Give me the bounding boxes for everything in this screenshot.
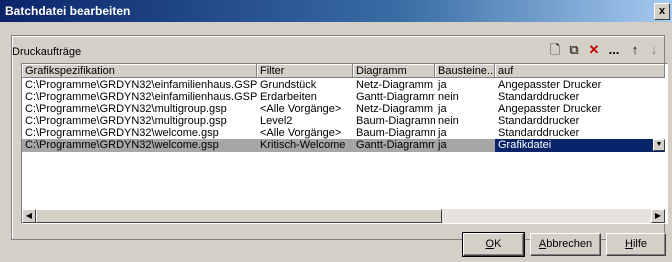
cell-diagram: Gantt-Diagramm	[356, 91, 435, 103]
cell-filter: Kritisch-Welcome	[260, 139, 346, 151]
more-options-icon[interactable]: ...	[606, 42, 622, 58]
table-row-selected[interactable]: C:\Programme\GRDYN32\welcome.gsp Kritisc…	[22, 139, 665, 152]
output-dropdown[interactable]: Grafikdatei ▼	[495, 139, 665, 152]
cell-diagram: Baum-Diagramm	[356, 127, 435, 139]
cell-filter: Erdarbeiten	[260, 91, 317, 103]
cell-filter: <Alle Vorgänge>	[260, 127, 342, 139]
cell-modules: ja	[438, 79, 447, 91]
output-dropdown-value: Grafikdatei	[498, 139, 552, 151]
cell-graphic-spec: C:\Programme\GRDYN32\einfamilienhaus.GSP	[25, 79, 257, 91]
close-button[interactable]: x	[654, 3, 670, 20]
horizontal-scrollbar[interactable]: ◀ ▶	[22, 209, 665, 223]
close-icon: x	[658, 5, 666, 17]
cell-diagram: Netz-Diagramm	[356, 103, 434, 115]
cell-output: Standarddrucker	[498, 127, 580, 139]
table-row[interactable]: C:\Programme\GRDYN32\multigroup.gsp Leve…	[22, 115, 665, 127]
help-button[interactable]: Hilfe	[606, 233, 666, 256]
table-row[interactable]: C:\Programme\GRDYN32\einfamilienhaus.GSP…	[22, 91, 665, 103]
cell-graphic-spec: C:\Programme\GRDYN32\welcome.gsp	[25, 127, 219, 139]
group-label: Druckaufträge	[12, 46, 82, 58]
cell-output: Angepasster Drucker	[498, 103, 602, 115]
cell-filter: Grundstück	[260, 79, 317, 91]
scroll-thumb[interactable]	[36, 209, 442, 223]
cell-diagram: Netz-Diagramm	[356, 79, 434, 91]
delete-job-icon[interactable]: ✕	[586, 42, 602, 58]
column-header-filter[interactable]: Filter	[257, 64, 353, 78]
cell-modules: nein	[438, 91, 459, 103]
chevron-down-icon[interactable]: ▼	[653, 139, 665, 151]
cell-modules: ja	[438, 139, 447, 151]
new-job-icon[interactable]: 🗋	[547, 42, 563, 58]
table-row[interactable]: C:\Programme\GRDYN32\einfamilienhaus.GSP…	[22, 79, 665, 91]
column-header-output[interactable]: auf	[495, 64, 665, 78]
cell-diagram: Baum-Diagramm	[356, 115, 435, 127]
cell-output: Angepasster Drucker	[498, 79, 602, 91]
title-bar: Batchdatei bearbeiten x	[0, 0, 672, 22]
cell-graphic-spec: C:\Programme\GRDYN32\einfamilienhaus.GSP	[25, 91, 257, 103]
cell-modules: ja	[438, 103, 447, 115]
move-up-icon[interactable]: ↑	[627, 42, 643, 58]
scroll-left-button[interactable]: ◀	[22, 209, 36, 223]
cell-graphic-spec: C:\Programme\GRDYN32\multigroup.gsp	[25, 103, 227, 115]
cell-filter: Level2	[260, 115, 293, 127]
cell-diagram: Gantt-Diagramm	[356, 139, 435, 151]
dialog-window: Batchdatei bearbeiten x Druckaufträge 🗋 …	[0, 0, 672, 262]
ok-button[interactable]: OK	[462, 232, 525, 257]
cell-graphic-spec: C:\Programme\GRDYN32\multigroup.gsp	[25, 115, 227, 127]
table-row[interactable]: C:\Programme\GRDYN32\welcome.gsp <Alle V…	[22, 127, 665, 139]
column-header-diagram[interactable]: Diagramm	[353, 64, 435, 78]
table-row[interactable]: C:\Programme\GRDYN32\multigroup.gsp <All…	[22, 103, 665, 115]
cell-graphic-spec: C:\Programme\GRDYN32\welcome.gsp	[25, 139, 219, 151]
column-header-modules[interactable]: Bausteine...	[435, 64, 495, 78]
cell-modules: ja	[438, 127, 447, 139]
cell-filter: <Alle Vorgänge>	[260, 103, 342, 115]
copy-job-icon[interactable]: ⧉	[566, 42, 582, 58]
print-jobs-list[interactable]: Grafikspezifikation Filter Diagramm Baus…	[21, 63, 668, 224]
cancel-button[interactable]: Abbrechen	[530, 233, 601, 256]
scroll-right-button[interactable]: ▶	[651, 209, 665, 223]
cell-output: Standarddrucker	[498, 91, 580, 103]
column-header-graphic-spec[interactable]: Grafikspezifikation	[22, 64, 257, 78]
cell-modules: nein	[438, 115, 459, 127]
move-down-icon[interactable]: ↓	[646, 42, 662, 58]
window-title: Batchdatei bearbeiten	[5, 4, 131, 18]
cell-output: Standarddrucker	[498, 115, 580, 127]
